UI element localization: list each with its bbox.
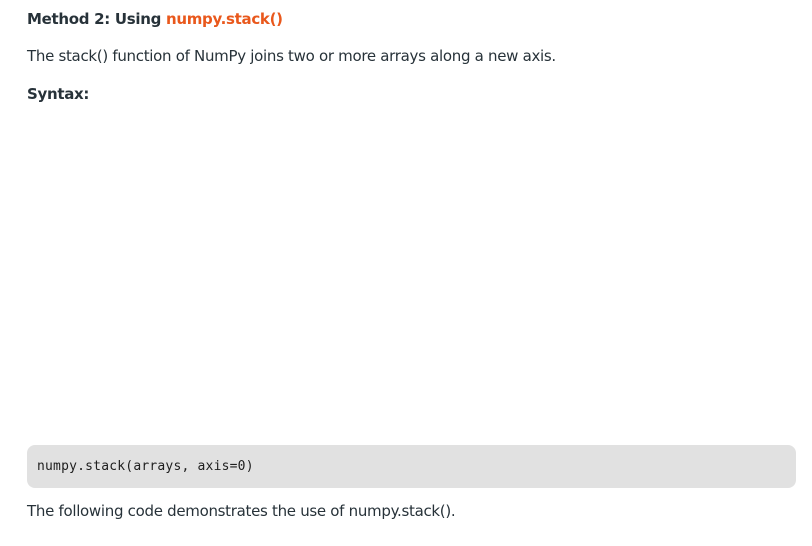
intro-paragraph: The stack() function of NumPy joins two …: [27, 47, 556, 65]
code-snippet[interactable]: numpy.stack(arrays, axis=0): [37, 459, 254, 474]
code-block[interactable]: numpy.stack(arrays, axis=0): [27, 445, 796, 488]
syntax-label: Syntax:: [27, 85, 90, 103]
heading-prefix: Method 2: Using: [27, 10, 166, 28]
heading-function-name: numpy.stack(): [165, 10, 283, 28]
blank-content-area: [27, 115, 796, 435]
follow-up-paragraph: The following code demonstrates the use …: [27, 502, 456, 520]
section-heading: Method 2: Using numpy.stack(): [27, 10, 283, 28]
